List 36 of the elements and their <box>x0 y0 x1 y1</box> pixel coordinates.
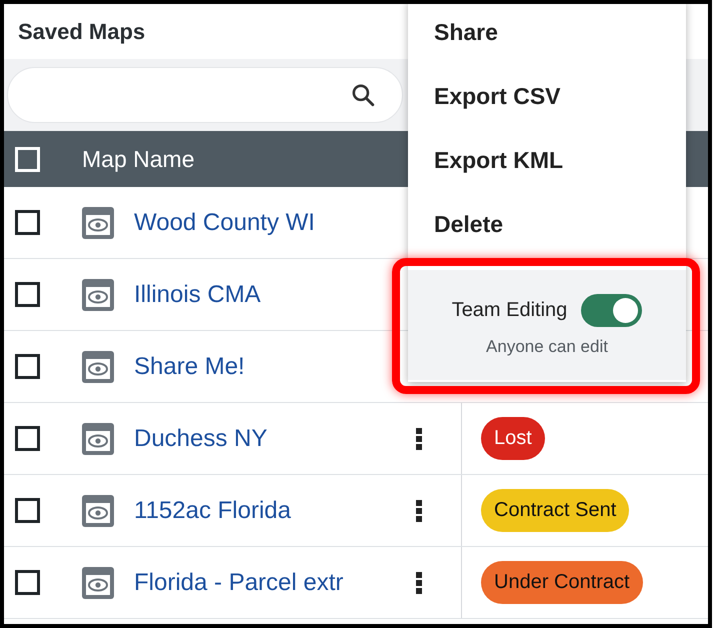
eye-icon[interactable] <box>82 206 114 238</box>
menu-item[interactable]: Share <box>408 4 686 64</box>
row-checkbox[interactable] <box>15 282 40 307</box>
more-options-icon[interactable] <box>416 500 422 522</box>
eye-icon[interactable] <box>82 422 114 454</box>
column-header: Map Name <box>82 146 194 172</box>
eye-icon[interactable] <box>82 566 114 598</box>
status-tag: Lost <box>481 417 545 460</box>
map-name-link[interactable]: Share Me! <box>134 352 404 380</box>
row-checkbox[interactable] <box>15 354 40 379</box>
eye-icon[interactable] <box>82 494 114 526</box>
row-checkbox[interactable] <box>15 210 40 235</box>
status-tag: Contract Sent <box>481 489 630 532</box>
map-name-link[interactable]: Florida - Parcel extr <box>134 568 404 596</box>
toggle-label: Team Editing <box>452 298 568 322</box>
more-options-icon[interactable] <box>416 428 422 450</box>
search-icon <box>350 82 376 108</box>
menu-item[interactable]: Export CSV <box>408 64 686 128</box>
row-checkbox[interactable] <box>15 570 40 595</box>
eye-icon[interactable] <box>82 350 114 382</box>
map-name-link[interactable]: 1152ac Florida <box>134 496 404 524</box>
menu-item[interactable]: Delete <box>408 192 686 256</box>
search-field[interactable] <box>7 67 403 123</box>
menu-item[interactable]: Export KML <box>408 128 686 192</box>
row-checkbox[interactable] <box>15 498 40 523</box>
page-title: Saved Maps <box>18 18 146 44</box>
map-name-link[interactable]: Illinois CMA <box>134 280 404 308</box>
select-all-checkbox[interactable] <box>15 146 40 172</box>
eye-icon[interactable] <box>82 278 114 310</box>
map-name-link[interactable]: Duchess NY <box>134 424 404 452</box>
map-name-link[interactable]: Wood County WI <box>134 208 404 236</box>
more-options-icon[interactable] <box>416 572 422 594</box>
status-tag: Under Contract <box>481 561 643 604</box>
toggle-caption: Anyone can edit <box>486 336 608 356</box>
row-checkbox[interactable] <box>15 426 40 451</box>
team-editing-toggle[interactable] <box>581 294 642 326</box>
